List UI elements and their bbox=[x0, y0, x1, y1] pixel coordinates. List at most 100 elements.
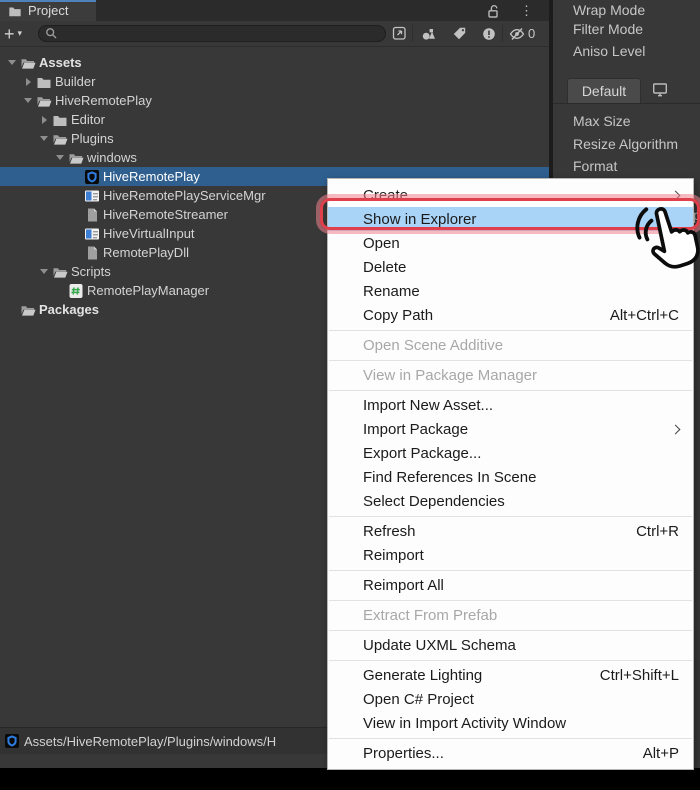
folder-open-icon bbox=[20, 302, 36, 318]
menu-item-view-in-package-manager: View in Package Manager bbox=[328, 363, 693, 387]
toolbar-divider bbox=[502, 25, 503, 42]
folder-open-icon bbox=[68, 150, 84, 166]
filter-by-type-icon bbox=[421, 26, 437, 42]
menu-item-reimport-all[interactable]: Reimport All bbox=[328, 573, 693, 597]
kebab-menu-icon[interactable]: ⋮ bbox=[520, 4, 533, 17]
menu-separator bbox=[329, 570, 692, 571]
menu-item-delete[interactable]: Delete bbox=[328, 255, 693, 279]
monitor-platform-icon[interactable] bbox=[653, 83, 667, 97]
filter-by-label-button[interactable] bbox=[446, 23, 472, 44]
expander-icon[interactable] bbox=[36, 129, 52, 148]
property-label-wrap-mode: Wrap Mode bbox=[573, 2, 645, 18]
screenshot-root: Project ⋮ + ▾ bbox=[0, 0, 700, 790]
property-label-filter-mode: Filter Mode bbox=[573, 21, 643, 37]
search-input[interactable] bbox=[62, 27, 362, 41]
open-in-search-button[interactable] bbox=[386, 23, 412, 44]
property-label-aniso-level: Aniso Level bbox=[573, 43, 645, 59]
submenu-arrow-icon bbox=[671, 190, 681, 200]
window-asset-icon bbox=[84, 226, 100, 242]
tag-icon bbox=[452, 26, 467, 41]
menu-separator bbox=[329, 738, 692, 739]
page-asset-icon bbox=[84, 207, 100, 223]
menu-item-open-scene-additive: Open Scene Additive bbox=[328, 333, 693, 357]
project-toolbar: + ▾ 0 bbox=[0, 21, 549, 47]
submenu-arrow-icon bbox=[671, 424, 681, 434]
menu-item-create[interactable]: Create bbox=[328, 183, 693, 207]
folder-closed-icon bbox=[36, 74, 52, 90]
menu-item-reimport[interactable]: Reimport bbox=[328, 543, 693, 567]
menu-separator bbox=[329, 600, 692, 601]
tree-item-windows[interactable]: windows bbox=[0, 148, 549, 167]
menu-item-import-package[interactable]: Import Package bbox=[328, 417, 693, 441]
menu-item-open[interactable]: Open bbox=[328, 231, 693, 255]
folder-open-icon bbox=[52, 131, 68, 147]
alert-icon bbox=[482, 27, 496, 41]
expander-icon[interactable] bbox=[20, 91, 36, 110]
tab-default-platform[interactable]: Default bbox=[567, 78, 641, 103]
menu-item-show-in-explorer[interactable]: Show in Explorer bbox=[328, 207, 693, 231]
tab-project[interactable]: Project bbox=[0, 0, 96, 21]
clipped-inspector-text: p bbox=[693, 207, 700, 223]
property-label-max-size: Max Size bbox=[573, 113, 631, 129]
caret-down-icon: ▾ bbox=[18, 28, 23, 39]
menu-item-copy-path[interactable]: Copy Path Alt+Ctrl+C bbox=[328, 303, 693, 327]
menu-item-refresh[interactable]: Refresh Ctrl+R bbox=[328, 519, 693, 543]
menu-separator bbox=[329, 630, 692, 631]
expander-icon[interactable] bbox=[4, 53, 20, 72]
tree-item-assets[interactable]: Assets bbox=[0, 53, 549, 72]
folder-open-icon bbox=[36, 93, 52, 109]
menu-item-rename[interactable]: Rename bbox=[328, 279, 693, 303]
hidden-count-badge: 0 bbox=[528, 26, 535, 41]
expander-icon[interactable] bbox=[36, 110, 52, 129]
eye-slash-icon bbox=[509, 27, 525, 41]
unlock-icon[interactable] bbox=[486, 4, 500, 18]
expander-icon[interactable] bbox=[36, 262, 52, 281]
menu-separator bbox=[329, 516, 692, 517]
menu-item-open-csharp-project[interactable]: Open C# Project bbox=[328, 687, 693, 711]
menu-item-extract-from-prefab: Extract From Prefab bbox=[328, 603, 693, 627]
toolbar-divider bbox=[412, 25, 413, 42]
tree-item-builder[interactable]: Builder bbox=[0, 72, 549, 91]
menu-separator bbox=[329, 390, 692, 391]
menu-item-export-package[interactable]: Export Package... bbox=[328, 441, 693, 465]
tree-item-hiveremoteplay-folder[interactable]: HiveRemotePlay bbox=[0, 91, 549, 110]
search-box[interactable] bbox=[38, 25, 386, 42]
shortcut-label: Alt+P bbox=[613, 745, 679, 762]
folder-closed-icon bbox=[52, 112, 68, 128]
tree-item-editor[interactable]: Editor bbox=[0, 110, 549, 129]
hive-asset-icon bbox=[84, 169, 100, 185]
selected-asset-path: Assets/HiveRemotePlay/Plugins/windows/H bbox=[24, 734, 276, 749]
menu-separator bbox=[329, 360, 692, 361]
active-tab-accent bbox=[0, 0, 96, 2]
bottom-black-band bbox=[0, 768, 700, 790]
project-tabstrip: Project ⋮ bbox=[0, 0, 549, 21]
folder-icon bbox=[8, 4, 22, 18]
shortcut-label: Ctrl+R bbox=[606, 523, 679, 540]
csharp-script-icon bbox=[68, 283, 84, 299]
menu-item-generate-lighting[interactable]: Generate Lighting Ctrl+Shift+L bbox=[328, 663, 693, 687]
hive-asset-icon bbox=[4, 733, 20, 749]
context-menu: Create Show in Explorer Open Delete Rena… bbox=[327, 178, 694, 770]
menu-item-import-new-asset[interactable]: Import New Asset... bbox=[328, 393, 693, 417]
expander-icon[interactable] bbox=[20, 72, 36, 91]
folder-open-icon bbox=[20, 55, 36, 71]
menu-item-select-dependencies[interactable]: Select Dependencies bbox=[328, 489, 693, 513]
create-asset-button[interactable]: + ▾ bbox=[4, 22, 34, 45]
platform-tab-bar: Default bbox=[553, 78, 700, 104]
menu-item-update-uxml-schema[interactable]: Update UXML Schema bbox=[328, 633, 693, 657]
menu-item-properties[interactable]: Properties... Alt+P bbox=[328, 741, 693, 765]
folder-open-icon bbox=[52, 264, 68, 280]
window-asset-icon bbox=[84, 188, 100, 204]
filter-by-importer-alert-button[interactable] bbox=[476, 23, 502, 44]
filter-by-type-button[interactable] bbox=[416, 23, 442, 44]
search-icon bbox=[45, 27, 58, 40]
hidden-packages-button[interactable] bbox=[504, 23, 530, 44]
property-label-format: Format bbox=[573, 158, 617, 174]
shortcut-label: Alt+Ctrl+C bbox=[580, 307, 679, 324]
menu-separator bbox=[329, 660, 692, 661]
property-label-resize-algorithm: Resize Algorithm bbox=[573, 136, 678, 152]
menu-item-find-references-in-scene[interactable]: Find References In Scene bbox=[328, 465, 693, 489]
tree-item-plugins[interactable]: Plugins bbox=[0, 129, 549, 148]
expander-icon[interactable] bbox=[52, 148, 68, 167]
menu-item-view-in-import-activity-window[interactable]: View in Import Activity Window bbox=[328, 711, 693, 735]
